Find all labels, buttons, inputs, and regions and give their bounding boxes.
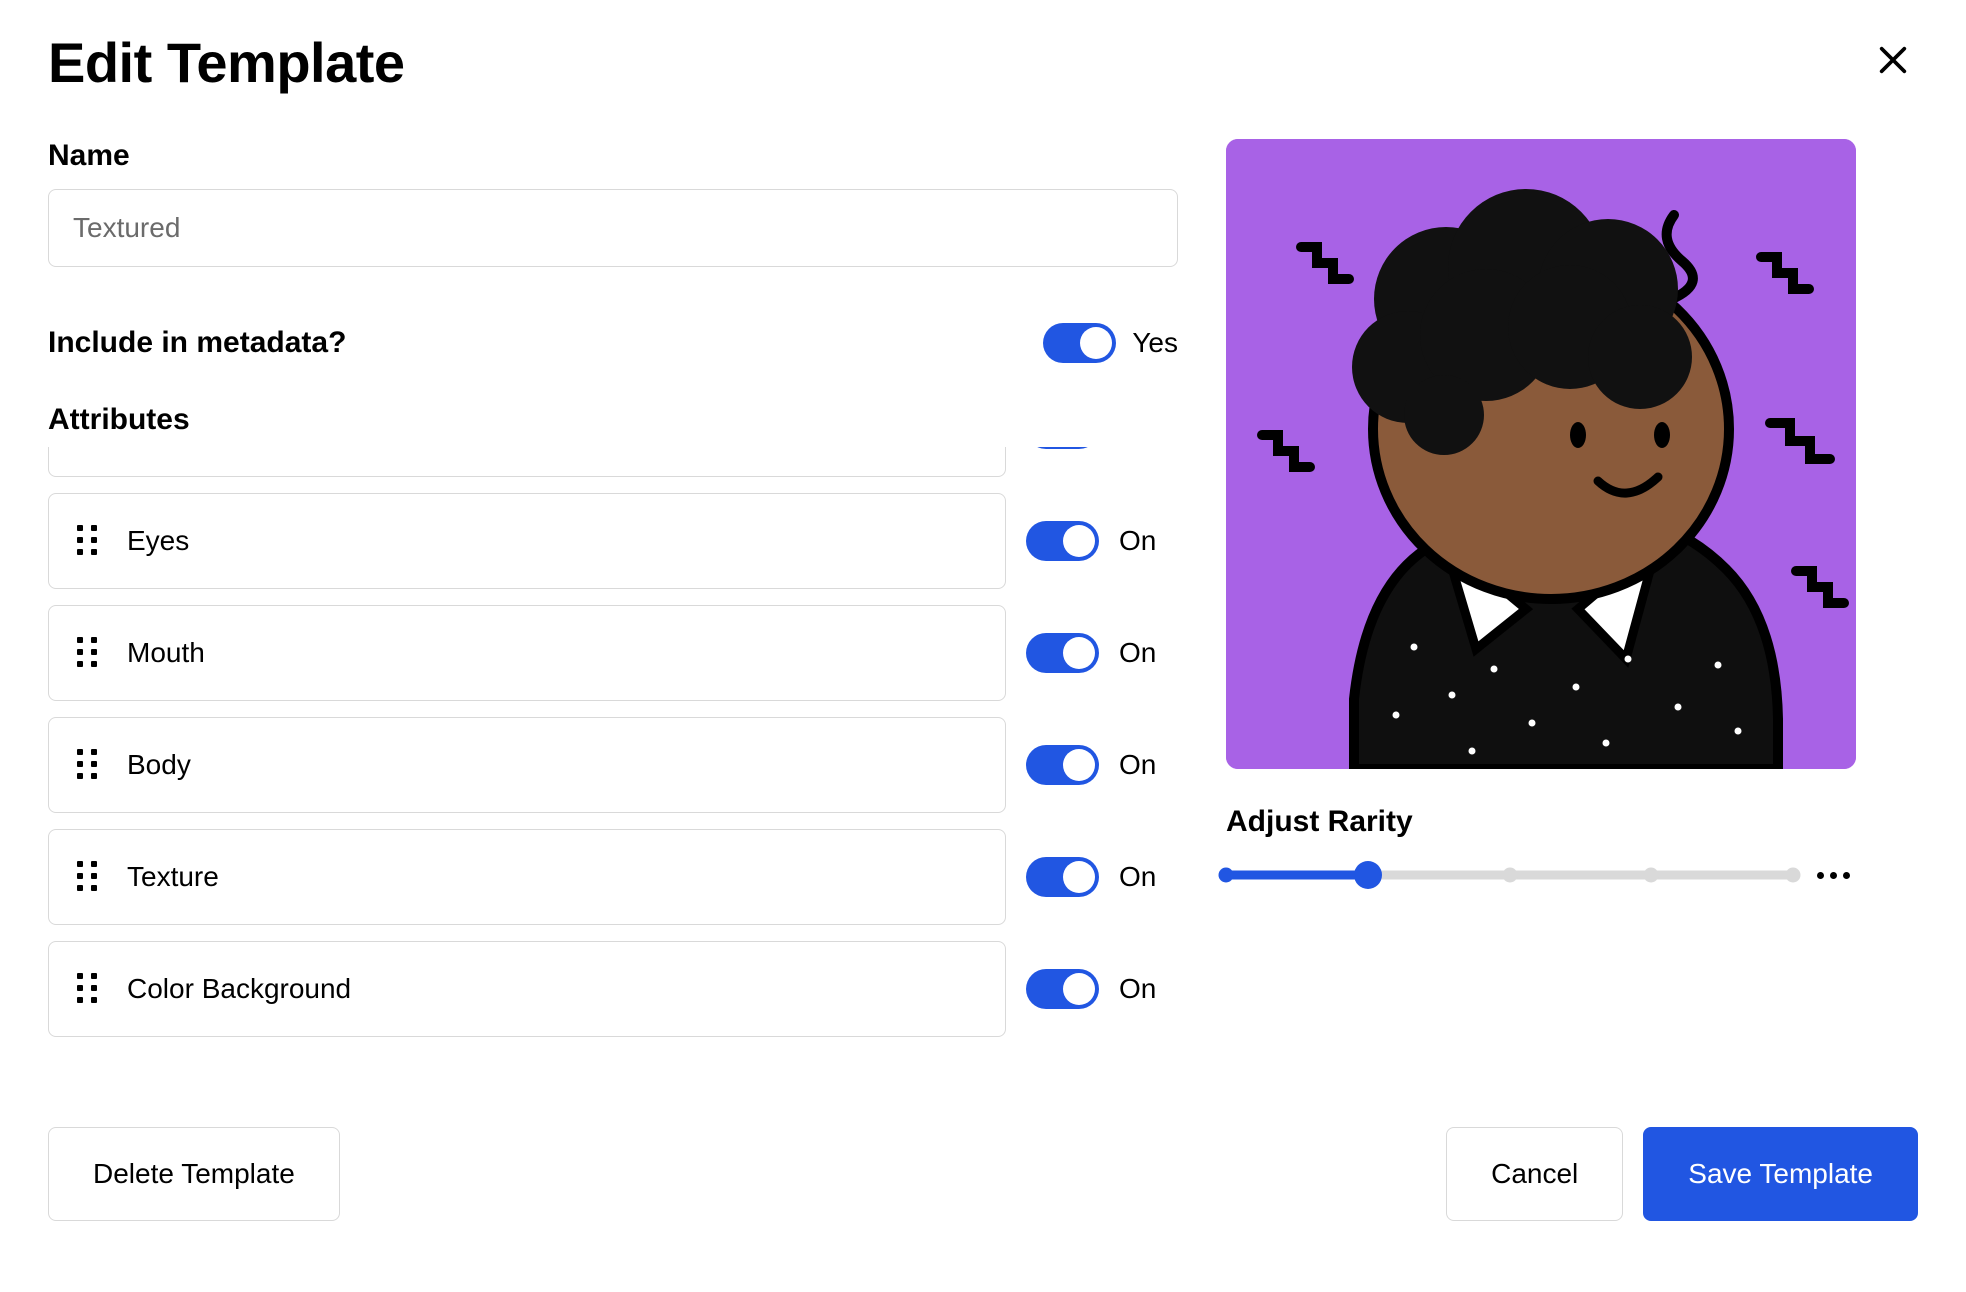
slider-fill: [1226, 871, 1368, 880]
delete-template-button[interactable]: Delete Template: [48, 1127, 340, 1221]
attribute-toggle[interactable]: [1026, 447, 1099, 449]
rarity-label: Adjust Rarity: [1226, 805, 1856, 839]
attribute-row: Eyes On: [48, 493, 1178, 589]
attribute-state-label: On: [1119, 973, 1156, 1005]
page-title: Edit Template: [48, 30, 405, 95]
attributes-label: Attributes: [48, 403, 1178, 437]
attribute-name: Mouth: [127, 637, 205, 669]
attribute-toggle[interactable]: [1026, 745, 1099, 785]
attribute-card[interactable]: Body: [48, 717, 1006, 813]
metadata-state-label: Yes: [1132, 327, 1178, 359]
attribute-row: Mouth On: [48, 605, 1178, 701]
close-icon: [1876, 43, 1910, 77]
save-template-button[interactable]: Save Template: [1643, 1127, 1918, 1221]
attribute-toggle[interactable]: [1026, 521, 1099, 561]
attribute-card[interactable]: Mouth: [48, 605, 1006, 701]
attribute-name: Eyes: [127, 525, 189, 557]
more-options-button[interactable]: [1811, 866, 1856, 885]
drag-handle-icon[interactable]: [77, 525, 99, 557]
attribute-state-label: On: [1119, 861, 1156, 893]
preview-image: [1226, 139, 1856, 769]
attribute-toggle[interactable]: [1026, 969, 1099, 1009]
attribute-row: Texture On: [48, 829, 1178, 925]
attribute-row: Body On: [48, 717, 1178, 813]
slider-stop: [1786, 868, 1801, 883]
attribute-row: Hair On: [48, 447, 1178, 477]
dots-icon: [1843, 872, 1850, 879]
cancel-button[interactable]: Cancel: [1446, 1127, 1623, 1221]
attribute-state-label: On: [1119, 749, 1156, 781]
attribute-row: Color Background On: [48, 941, 1178, 1037]
metadata-toggle[interactable]: [1043, 323, 1116, 363]
metadata-label: Include in metadata?: [48, 326, 346, 360]
close-button[interactable]: [1868, 35, 1918, 90]
attribute-toggle[interactable]: [1026, 857, 1099, 897]
slider-stop: [1502, 868, 1517, 883]
attribute-name: Texture: [127, 861, 219, 893]
dots-icon: [1817, 872, 1824, 879]
name-input[interactable]: [48, 189, 1178, 267]
attribute-state-label: On: [1119, 637, 1156, 669]
character-illustration: [1226, 139, 1856, 769]
attributes-list: Hair On Eyes On: [48, 447, 1178, 1079]
slider-stop: [1219, 868, 1234, 883]
dots-icon: [1830, 872, 1837, 879]
rarity-slider[interactable]: [1226, 863, 1793, 887]
attribute-card[interactable]: Hair: [48, 447, 1006, 477]
attribute-state-label: On: [1119, 525, 1156, 557]
drag-handle-icon[interactable]: [77, 637, 99, 669]
attribute-card[interactable]: Eyes: [48, 493, 1006, 589]
drag-handle-icon[interactable]: [77, 973, 99, 1005]
name-label: Name: [48, 139, 1178, 173]
slider-thumb[interactable]: [1354, 861, 1382, 889]
attribute-name: Color Background: [127, 973, 351, 1005]
attribute-card[interactable]: Texture: [48, 829, 1006, 925]
slider-stop: [1644, 868, 1659, 883]
attribute-toggle[interactable]: [1026, 633, 1099, 673]
attribute-name: Body: [127, 749, 191, 781]
attribute-card[interactable]: Color Background: [48, 941, 1006, 1037]
drag-handle-icon[interactable]: [77, 749, 99, 781]
drag-handle-icon[interactable]: [77, 861, 99, 893]
